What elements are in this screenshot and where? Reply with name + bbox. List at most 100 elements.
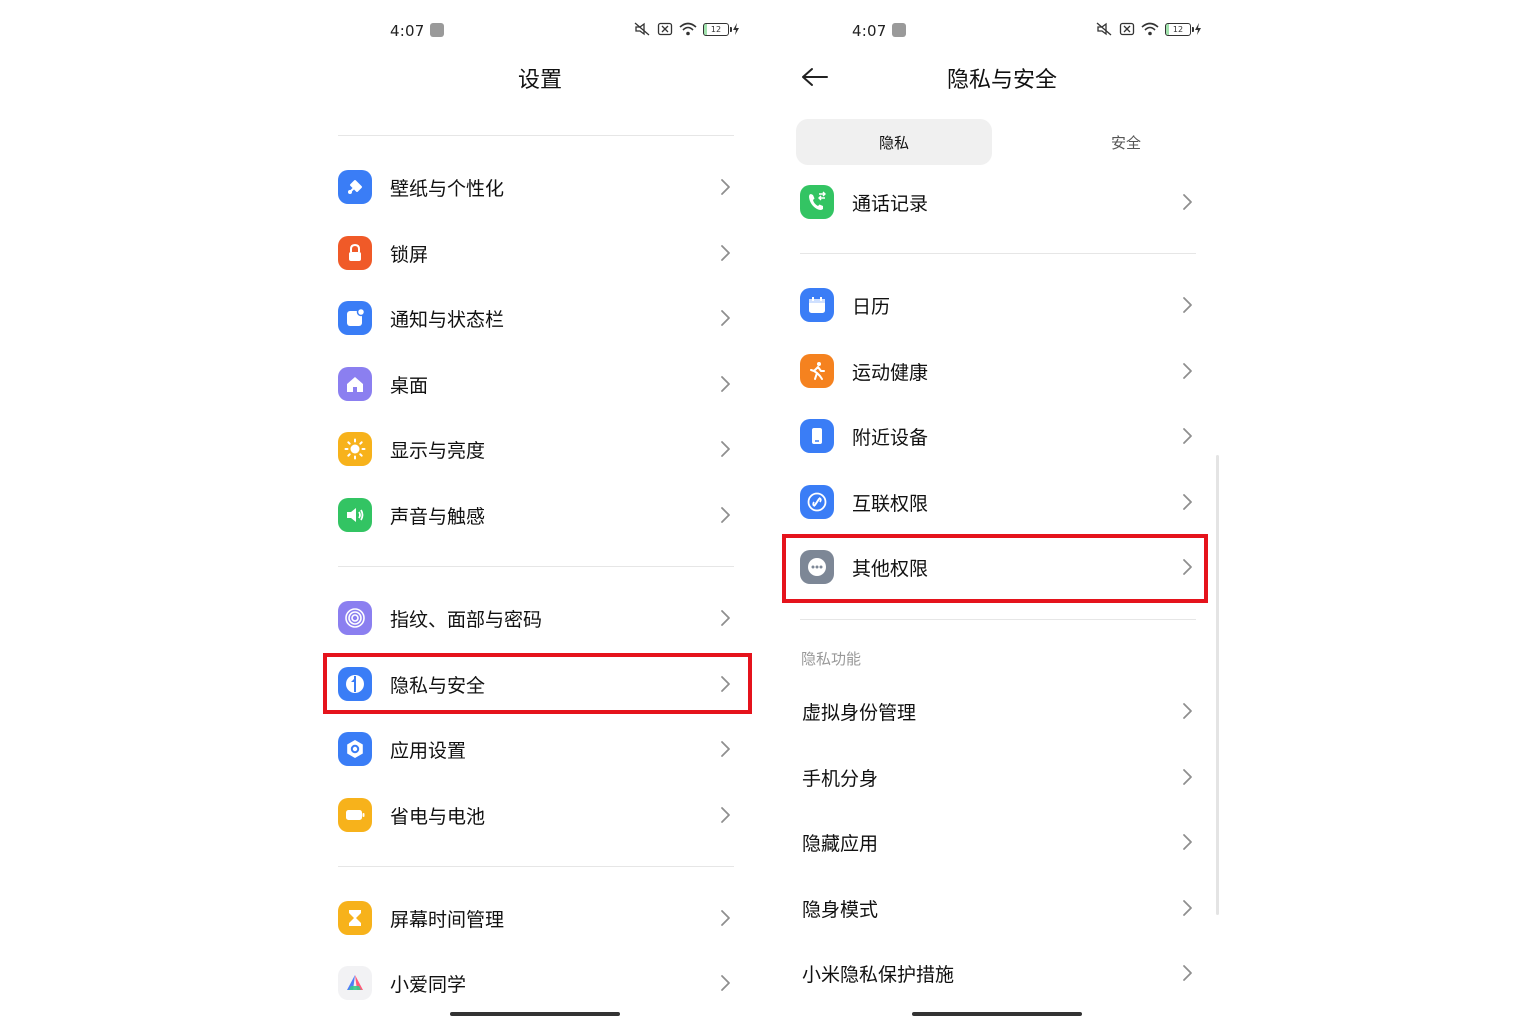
tab-security[interactable]: 安全 [1028, 119, 1224, 165]
settings-item-label: 指纹、面部与密码 [390, 608, 543, 631]
divider [338, 566, 734, 567]
feature-item-virtual-identity[interactable]: 虚拟身份管理 [800, 681, 1196, 741]
battery-status-icon: 12 [703, 22, 740, 36]
feature-item-hidden-apps[interactable]: 隐藏应用 [800, 812, 1196, 872]
mute-icon [1096, 22, 1112, 36]
divider [800, 253, 1196, 254]
status-icons: 12 [633, 22, 740, 36]
running-icon [800, 354, 834, 388]
privacy-item-nearby-devices[interactable]: 附近设备 [800, 406, 1196, 466]
chevron-right-icon [720, 609, 732, 627]
highlight-box [782, 534, 1208, 603]
privacy-item-health[interactable]: 运动健康 [800, 341, 1196, 401]
page-title: 隐私与安全 [946, 68, 1057, 93]
settings-item-label: 通知与状态栏 [390, 308, 505, 331]
phone-icon [800, 185, 834, 219]
sim-off-icon [657, 22, 673, 36]
settings-item-label: 应用设置 [390, 739, 467, 762]
chevron-right-icon [1182, 768, 1194, 786]
battery-icon [338, 798, 372, 832]
feature-item-dual-apps[interactable]: 手机分身 [800, 747, 1196, 807]
wrench-notification-icon [892, 23, 906, 37]
settings-screen: 4:07 12 设置 壁纸与个性化 锁屏 通知与状态栏 桌面 显示与亮度 声音与… [310, 0, 770, 1024]
fingerprint-icon [338, 601, 372, 635]
chevron-right-icon [1182, 296, 1194, 314]
feature-item-incognito-mode[interactable]: 隐身模式 [800, 878, 1196, 938]
privacy-item-call-log[interactable]: 通话记录 [800, 172, 1196, 232]
settings-item-sound[interactable]: 声音与触感 [338, 485, 734, 545]
device-icon [800, 419, 834, 453]
status-bar: 4:07 12 [310, 18, 770, 44]
chevron-right-icon [720, 375, 732, 393]
highlight-box [323, 653, 752, 714]
chevron-right-icon [720, 178, 732, 196]
settings-item-label: 壁纸与个性化 [390, 177, 505, 200]
settings-item-screen-time[interactable]: 屏幕时间管理 [338, 888, 734, 948]
settings-item-wallpaper[interactable]: 壁纸与个性化 [338, 157, 734, 217]
home-indicator[interactable] [912, 1012, 1082, 1016]
home-indicator[interactable] [450, 1012, 620, 1016]
hourglass-icon [338, 901, 372, 935]
settings-item-label: 显示与亮度 [390, 439, 486, 462]
settings-item-notifications[interactable]: 通知与状态栏 [338, 288, 734, 348]
tab-privacy[interactable]: 隐私 [796, 119, 992, 165]
chevron-right-icon [720, 974, 732, 992]
sim-off-icon [1119, 22, 1135, 36]
chevron-right-icon [1182, 899, 1194, 917]
settings-item-desktop[interactable]: 桌面 [338, 354, 734, 414]
settings-item-battery[interactable]: 省电与电池 [338, 785, 734, 845]
home-icon [338, 367, 372, 401]
section-header-privacy-features: 隐私功能 [801, 650, 862, 668]
wallpaper-icon [338, 170, 372, 204]
privacy-item-calendar[interactable]: 日历 [800, 275, 1196, 335]
notification-icon [338, 301, 372, 335]
app-settings-icon [338, 732, 372, 766]
chevron-right-icon [1182, 964, 1194, 982]
chevron-right-icon [720, 309, 732, 327]
settings-item-label: 屏幕时间管理 [390, 908, 505, 931]
mute-icon [634, 22, 650, 36]
calendar-icon [800, 288, 834, 322]
privacy-item-label: 互联权限 [852, 492, 929, 515]
chevron-right-icon [1182, 427, 1194, 445]
feature-item-label: 手机分身 [802, 767, 879, 790]
status-time: 4:07 [852, 22, 887, 40]
chevron-right-icon [720, 506, 732, 524]
chevron-right-icon [720, 440, 732, 458]
feature-item-xiaomi-privacy-measures[interactable]: 小米隐私保护措施 [800, 943, 1196, 1003]
charging-icon [733, 23, 739, 35]
settings-item-xiaoai[interactable]: 小爱同学 [338, 953, 734, 1013]
battery-level: 12 [1172, 24, 1184, 34]
settings-item-app-settings[interactable]: 应用设置 [338, 719, 734, 779]
settings-item-display[interactable]: 显示与亮度 [338, 419, 734, 479]
settings-item-label: 省电与电池 [390, 805, 486, 828]
privacy-item-interconnect[interactable]: 互联权限 [800, 472, 1196, 532]
charging-icon [1195, 23, 1201, 35]
divider [338, 866, 734, 867]
chevron-right-icon [720, 740, 732, 758]
chevron-right-icon [720, 806, 732, 824]
sun-icon [338, 432, 372, 466]
speaker-icon [338, 498, 372, 532]
page-title: 设置 [517, 68, 562, 93]
wifi-icon [679, 22, 697, 36]
settings-item-fingerprint[interactable]: 指纹、面部与密码 [338, 588, 734, 648]
scrollbar[interactable] [1216, 455, 1219, 915]
chevron-right-icon [1182, 833, 1194, 851]
wifi-icon [1141, 22, 1159, 36]
status-time: 4:07 [390, 22, 425, 40]
tab-bar: 隐私 安全 [796, 119, 1196, 165]
settings-item-label: 锁屏 [390, 243, 429, 266]
feature-item-label: 隐藏应用 [802, 832, 879, 855]
chevron-right-icon [1182, 493, 1194, 511]
settings-item-label: 声音与触感 [390, 505, 486, 528]
settings-item-lockscreen[interactable]: 锁屏 [338, 223, 734, 283]
status-icons: 12 [1095, 22, 1202, 36]
privacy-item-label: 运动健康 [852, 361, 929, 384]
chevron-right-icon [1182, 362, 1194, 380]
divider [338, 135, 734, 136]
privacy-item-label: 附近设备 [852, 426, 929, 449]
chevron-right-icon [720, 244, 732, 262]
chevron-right-icon [1182, 702, 1194, 720]
battery-level: 12 [710, 24, 722, 34]
